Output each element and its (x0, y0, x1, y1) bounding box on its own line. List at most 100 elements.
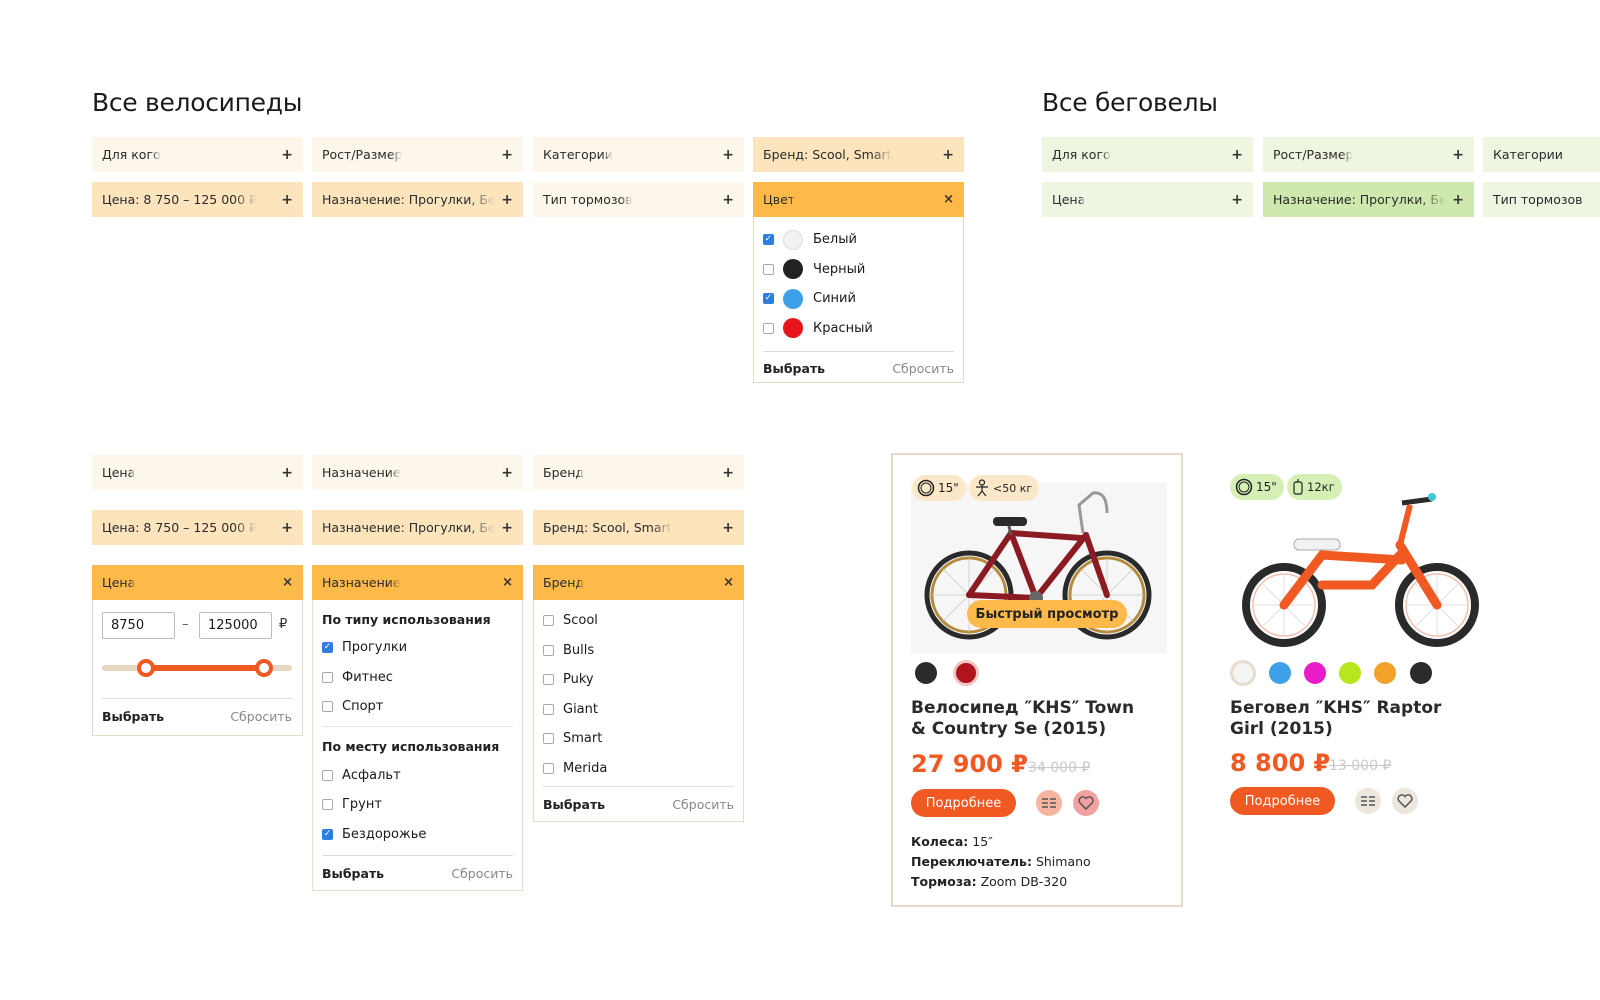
filter-for-whom[interactable]: Для кого + (1042, 137, 1253, 172)
brand-option[interactable]: Smart (543, 724, 734, 754)
checkbox[interactable] (763, 322, 774, 334)
apply-button[interactable]: Выбрать (102, 709, 164, 724)
filter-price-selected[interactable]: Цена: 8 750 – 125 000 ₽ + (92, 510, 303, 545)
filter-color-open[interactable]: Цвет × (753, 182, 964, 217)
checkbox[interactable] (322, 642, 333, 654)
color-swatch-orange[interactable] (1374, 662, 1396, 684)
heart-icon[interactable] (1073, 790, 1099, 816)
filter-brand-selected[interactable]: Бренд: Scool, Smart + (753, 137, 964, 172)
checkbox[interactable] (763, 293, 774, 305)
filter-label: Назначение (322, 575, 401, 590)
checkbox[interactable] (543, 703, 554, 715)
color-swatch-magenta[interactable] (1304, 662, 1326, 684)
price-slider[interactable] (102, 659, 292, 677)
checkbox[interactable] (543, 615, 554, 627)
brand-option[interactable]: Merida (543, 754, 734, 784)
reset-button[interactable]: Сбросить (892, 361, 954, 376)
purpose-option[interactable]: Грунт (322, 790, 513, 820)
filter-categories[interactable]: Категории + (533, 137, 744, 172)
filter-price-selected[interactable]: Цена: 8 750 – 125 000 ₽ + (92, 182, 303, 217)
checkbox[interactable] (543, 674, 554, 686)
apply-button[interactable]: Выбрать (322, 866, 384, 881)
checkbox[interactable] (763, 234, 774, 246)
color-swatch-black[interactable] (915, 662, 937, 684)
checkbox[interactable] (322, 799, 333, 811)
balance-bike-image[interactable] (1232, 485, 1488, 655)
close-icon[interactable]: × (723, 575, 734, 590)
purpose-option[interactable]: Асфальт (322, 761, 513, 791)
filter-brand[interactable]: Бренд + (533, 455, 744, 490)
option-label: Белый (813, 232, 857, 248)
quick-view-button[interactable]: Быстрый просмотр (967, 600, 1127, 628)
color-option[interactable]: Черный (763, 255, 954, 285)
product-title[interactable]: Велосипед ″KHS″ Town & Country Se (2015) (911, 698, 1151, 740)
details-button[interactable]: Подробнее (911, 789, 1016, 817)
brand-option[interactable]: Scool (543, 606, 734, 636)
option-label: Фитнес (342, 669, 393, 685)
checkbox[interactable] (763, 263, 774, 275)
brand-option[interactable]: Puky (543, 665, 734, 695)
close-icon[interactable]: × (282, 575, 293, 590)
color-swatch-black[interactable] (1410, 662, 1432, 684)
apply-button[interactable]: Выбрать (543, 797, 605, 812)
compare-icon[interactable] (1355, 788, 1381, 814)
checkbox[interactable] (322, 701, 333, 713)
color-swatch-white (783, 229, 803, 250)
details-button[interactable]: Подробнее (1230, 787, 1335, 815)
color-option[interactable]: Белый (763, 225, 954, 255)
reset-button[interactable]: Сбросить (230, 709, 292, 724)
purpose-option[interactable]: Прогулки (322, 633, 513, 663)
filter-size[interactable]: Рост/Размер + (1263, 137, 1474, 172)
filter-purpose[interactable]: Назначение + (312, 455, 523, 490)
filter-price-open[interactable]: Цена × (92, 565, 303, 600)
purpose-option[interactable]: Бездорожье (322, 820, 513, 850)
checkbox[interactable] (322, 769, 333, 781)
filter-brand-selected[interactable]: Бренд: Scool, Smart + (533, 510, 744, 545)
purpose-option[interactable]: Спорт (322, 692, 513, 722)
checkbox[interactable] (543, 733, 554, 745)
color-option[interactable]: Красный (763, 314, 954, 344)
heart-icon[interactable] (1392, 788, 1418, 814)
apply-button[interactable]: Выбрать (763, 361, 825, 376)
filter-brand-open[interactable]: Бренд × (533, 565, 744, 600)
brand-option[interactable]: Giant (543, 695, 734, 725)
filter-size[interactable]: Рост/Размер + (312, 137, 523, 172)
filter-for-whom[interactable]: Для кого + (92, 137, 303, 172)
checkbox[interactable] (322, 671, 333, 683)
filter-categories[interactable]: Категории (1483, 137, 1600, 172)
compare-icon[interactable] (1036, 790, 1062, 816)
close-icon[interactable]: × (502, 575, 513, 590)
filter-purpose-selected[interactable]: Назначение: Прогулки, Бездорожье + (1263, 182, 1474, 217)
price-max-input[interactable]: 125000 (199, 612, 272, 639)
reset-button[interactable]: Сбросить (672, 797, 734, 812)
checkbox[interactable] (543, 762, 554, 774)
checkbox[interactable] (543, 644, 554, 656)
price-min-input[interactable]: 8750 (102, 612, 175, 639)
color-swatch-white[interactable] (1230, 660, 1256, 686)
slider-min-handle[interactable] (136, 659, 155, 677)
filter-purpose-selected[interactable]: Назначение: Прогулки, Бездорожье + (312, 182, 523, 217)
option-label: Черный (813, 261, 866, 277)
color-swatch-lime[interactable] (1339, 662, 1361, 684)
filter-brake-type[interactable]: Тип тормозов + (533, 182, 744, 217)
slider-max-handle[interactable] (254, 659, 273, 677)
filter-label: Цена: 8 750 – 125 000 ₽ (102, 520, 258, 535)
reset-button[interactable]: Сбросить (451, 866, 513, 881)
product-title[interactable]: Беговел ″KHS″ Raptor Girl (2015) (1230, 698, 1450, 740)
checkbox[interactable] (322, 828, 333, 840)
color-option[interactable]: Синий (763, 284, 954, 314)
filter-price[interactable]: Цена + (1042, 182, 1253, 217)
slider-fill (145, 665, 264, 671)
product-card-bike[interactable]: 15" <50 кг Быстрый просмотр Велосипед ″K… (891, 453, 1183, 907)
filter-price[interactable]: Цена + (92, 455, 303, 490)
color-swatch-red[interactable] (953, 660, 979, 686)
brand-option[interactable]: Bulls (543, 636, 734, 666)
purpose-option[interactable]: Фитнес (322, 663, 513, 693)
product-card-balance-bike[interactable]: 15" 12кг Беговел ″KHS″ Raptor Girl (2015… (1212, 455, 1492, 835)
filter-brake-type[interactable]: Тип тормозов (1483, 182, 1600, 217)
close-icon[interactable]: × (943, 192, 954, 207)
color-swatch-blue[interactable] (1269, 662, 1291, 684)
range-dash: – (182, 617, 189, 632)
filter-purpose-open[interactable]: Назначение × (312, 565, 523, 600)
filter-purpose-selected[interactable]: Назначение: Прогулки, Бездорожье + (312, 510, 523, 545)
